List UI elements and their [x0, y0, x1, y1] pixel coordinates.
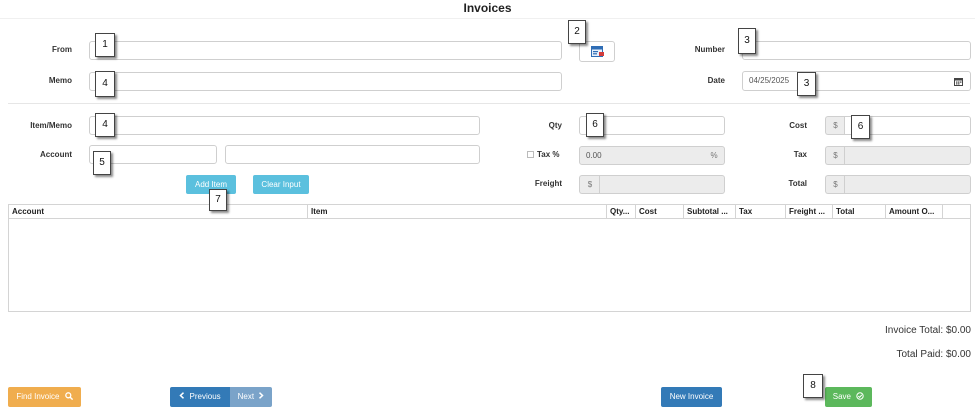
- address-book-button[interactable]: [579, 41, 615, 62]
- check-circle-icon: [856, 392, 864, 400]
- column-header-subtotal[interactable]: Subtotal ...: [683, 205, 735, 219]
- total-label: Total: [788, 179, 807, 188]
- column-header-cost[interactable]: Cost: [635, 205, 683, 219]
- column-header-total[interactable]: Total: [832, 205, 885, 219]
- annotation-marker-6a: 6: [586, 113, 604, 137]
- annotation-marker-3b: 3: [797, 72, 816, 96]
- freight-label: Freight: [534, 179, 562, 188]
- new-invoice-button[interactable]: New Invoice: [661, 387, 722, 407]
- total-paid: Total Paid: $0.00: [896, 349, 972, 360]
- find-invoice-label: Find Invoice: [16, 392, 60, 401]
- total-currency-addon: $: [825, 175, 845, 194]
- annotation-marker-4b: 4: [95, 113, 115, 137]
- cost-currency-addon: $: [825, 116, 845, 135]
- qty-label: Qty: [548, 121, 562, 130]
- annotation-marker-4a: 4: [95, 71, 115, 97]
- column-header-qty[interactable]: Qty...: [606, 205, 635, 219]
- column-header-tax[interactable]: Tax: [735, 205, 785, 219]
- search-icon: [64, 392, 73, 401]
- tax-label: Tax: [793, 150, 807, 159]
- chevron-right-icon: [259, 392, 264, 399]
- column-header-amount-owed[interactable]: Amount O...: [885, 205, 942, 219]
- calendar-icon: [954, 78, 963, 86]
- column-header-spacer: [942, 205, 971, 219]
- grid-header: Account Item Qty... Cost Subtotal ... Ta…: [9, 205, 970, 219]
- tax-pct-label: Tax %: [537, 150, 560, 159]
- tax-pct-field[interactable]: 0.00: [579, 146, 705, 165]
- next-label: Next: [237, 392, 255, 401]
- invoice-total: Invoice Total: $0.00: [885, 325, 971, 336]
- save-button[interactable]: Save: [825, 387, 872, 407]
- annotation-marker-7: 7: [209, 189, 227, 211]
- item-memo-label: Item/Memo: [30, 121, 72, 130]
- annotation-marker-8: 8: [803, 374, 823, 398]
- number-label: Number: [694, 45, 725, 54]
- previous-label: Previous: [189, 392, 221, 401]
- tax-checkbox[interactable]: [527, 151, 534, 158]
- find-invoice-button[interactable]: Find Invoice: [8, 387, 81, 407]
- annotation-marker-6b: 6: [851, 115, 870, 139]
- address-card-icon: [591, 46, 604, 57]
- previous-button[interactable]: Previous: [170, 387, 230, 407]
- annotation-marker-5: 5: [93, 151, 111, 175]
- column-header-account[interactable]: Account: [9, 205, 307, 219]
- account-name-field[interactable]: [225, 145, 480, 164]
- clear-input-button[interactable]: Clear Input: [253, 175, 309, 194]
- from-label: From: [52, 45, 72, 54]
- number-field[interactable]: [742, 41, 971, 60]
- column-header-freight[interactable]: Freight ...: [785, 205, 832, 219]
- date-label: Date: [707, 76, 725, 85]
- tax-field[interactable]: [844, 146, 971, 165]
- date-picker-button[interactable]: [947, 71, 971, 91]
- tax-currency-addon: $: [825, 146, 845, 165]
- date-field[interactable]: 04/25/2025: [742, 71, 948, 91]
- total-field[interactable]: [844, 175, 971, 194]
- column-header-item[interactable]: Item: [307, 205, 606, 219]
- account-label: Account: [40, 150, 72, 159]
- chevron-left-icon: [179, 392, 185, 399]
- items-grid[interactable]: Account Item Qty... Cost Subtotal ... Ta…: [8, 204, 971, 312]
- memo-label: Memo: [48, 76, 72, 85]
- from-field[interactable]: [89, 41, 562, 60]
- annotation-marker-2: 2: [568, 20, 586, 44]
- section-divider: [8, 103, 970, 104]
- item-memo-field[interactable]: [89, 116, 480, 135]
- memo-field[interactable]: [89, 72, 562, 91]
- page-title: Invoices: [463, 1, 512, 15]
- title-divider: [0, 18, 975, 19]
- percent-addon: %: [704, 146, 725, 165]
- freight-field[interactable]: [599, 175, 725, 194]
- annotation-marker-3: 3: [738, 28, 756, 54]
- save-label: Save: [832, 392, 851, 401]
- annotation-marker-1: 1: [95, 33, 115, 57]
- cost-label: Cost: [789, 121, 807, 130]
- next-button[interactable]: Next: [230, 387, 272, 407]
- freight-currency-addon: $: [579, 175, 600, 194]
